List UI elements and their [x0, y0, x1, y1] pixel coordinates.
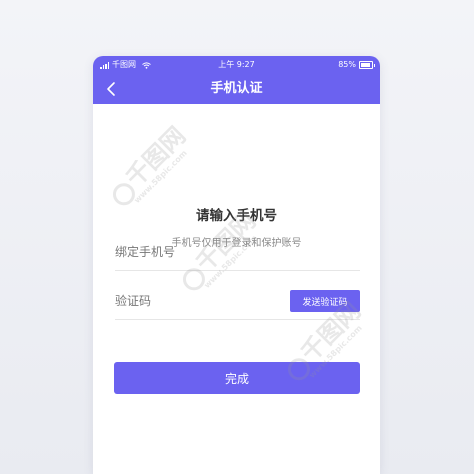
phone-input[interactable]	[115, 236, 360, 268]
status-right: 85%	[338, 56, 375, 74]
battery-percent: 85%	[338, 60, 356, 69]
status-time: 上午 9:27	[218, 60, 255, 69]
submit-button[interactable]: 完成	[114, 362, 360, 394]
page-title: 手机认证	[210, 81, 263, 96]
phone-field	[115, 236, 360, 271]
battery-fill	[361, 63, 370, 67]
status-bar: 千图网 上午 9:27 85%	[93, 56, 380, 74]
nav-bar: 手机认证	[93, 74, 380, 104]
phone-frame: 千图网 上午 9:27 85% 手机认证 请输入手机号 手机号仅用于登录和保护账…	[93, 56, 380, 474]
screen-background: 千图网 上午 9:27 85% 手机认证 请输入手机号 手机号仅用于登录和保护账…	[0, 0, 474, 474]
app-header: 千图网 上午 9:27 85% 手机认证	[93, 56, 380, 104]
code-field: 发送验证码	[115, 285, 360, 320]
battery-icon	[359, 61, 375, 69]
verification-code-input[interactable]	[115, 285, 283, 317]
send-code-button[interactable]: 发送验证码	[290, 290, 360, 312]
form-heading: 请输入手机号	[196, 208, 277, 224]
